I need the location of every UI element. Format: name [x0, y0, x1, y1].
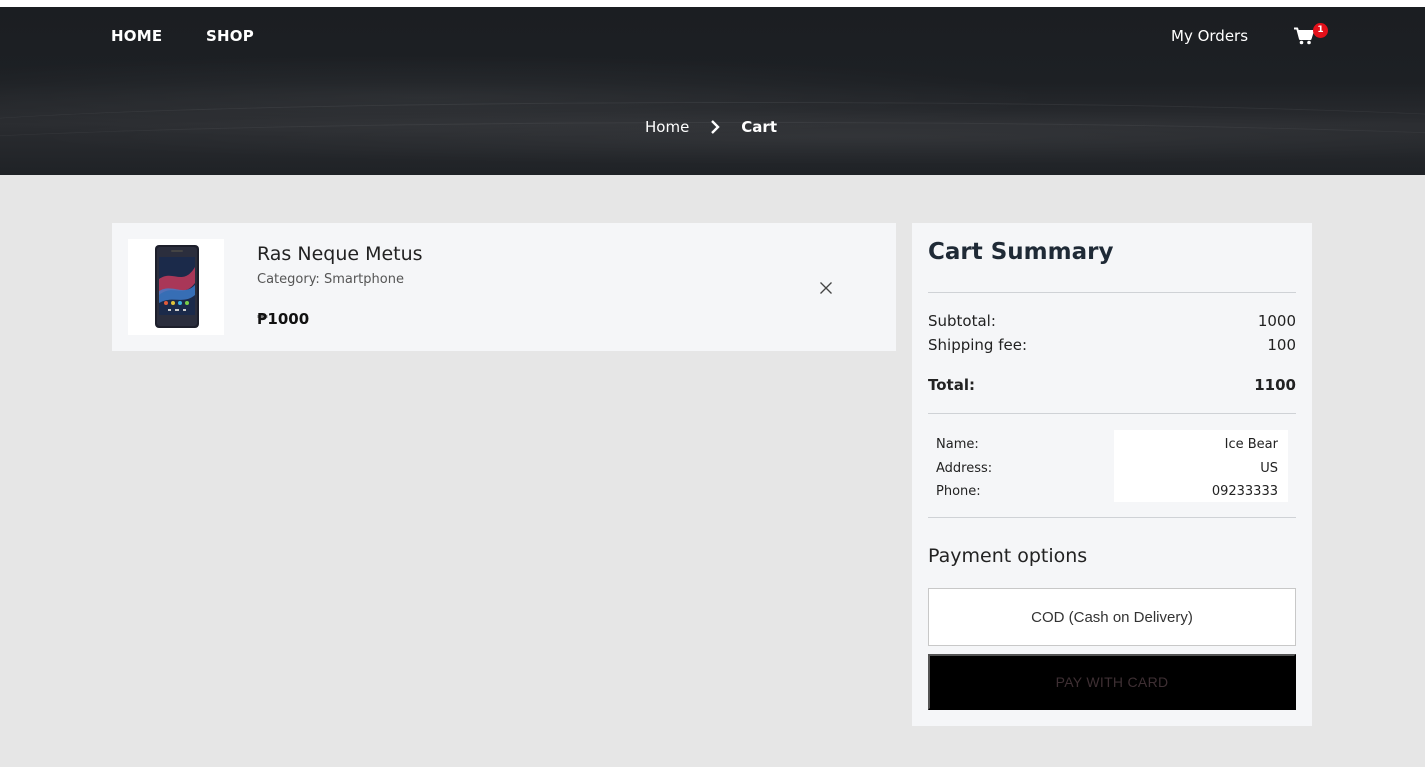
cart-item: Ras Neque Metus Category: Smartphone ₱10…	[112, 223, 896, 351]
payment-options-title: Payment options	[928, 545, 1088, 567]
top-strip	[0, 0, 1425, 7]
shipping-label: Shipping fee:	[928, 336, 1027, 354]
my-orders-link[interactable]: My Orders	[1171, 27, 1248, 45]
remove-item-button[interactable]	[818, 280, 834, 296]
total-label: Total:	[928, 376, 975, 394]
cart-summary-title: Cart Summary	[928, 239, 1114, 265]
address-label: Address:	[936, 460, 993, 476]
shopping-cart-icon	[1294, 27, 1314, 45]
customer-info: Name: Address: Phone: Ice Bear US 092333…	[928, 430, 1296, 502]
breadcrumb: Home Cart	[645, 115, 777, 139]
shipping-row: Shipping fee: 100	[928, 336, 1296, 354]
subtotal-row: Subtotal: 1000	[928, 312, 1296, 330]
product-image[interactable]	[128, 239, 224, 335]
breadcrumb-current: Cart	[741, 118, 777, 136]
site-header: HOME SHOP My Orders 1 Home Cart	[0, 7, 1425, 175]
cart-count-badge: 1	[1313, 23, 1328, 38]
customer-info-values: Ice Bear US 09233333	[1114, 430, 1288, 502]
product-category: Category: Smartphone	[257, 272, 404, 287]
close-icon	[820, 282, 832, 294]
product-name[interactable]: Ras Neque Metus	[257, 243, 423, 265]
cart-summary-panel: Cart Summary Subtotal: 1000 Shipping fee…	[912, 223, 1312, 726]
shipping-value: 100	[1267, 336, 1296, 354]
chevron-right-icon	[707, 119, 723, 135]
name-value: Ice Bear	[1224, 437, 1278, 452]
breadcrumb-home-link[interactable]: Home	[645, 118, 689, 136]
product-price: ₱1000	[257, 310, 310, 328]
address-value: US	[1260, 460, 1278, 476]
pay-with-card-button[interactable]: PAY WITH CARD	[928, 654, 1296, 710]
smartphone-image	[155, 245, 199, 328]
total-row: Total: 1100	[928, 376, 1296, 394]
subtotal-label: Subtotal:	[928, 312, 996, 330]
divider	[928, 413, 1296, 414]
total-value: 1100	[1254, 376, 1296, 394]
divider	[928, 292, 1296, 293]
name-label: Name:	[936, 437, 979, 452]
divider	[928, 517, 1296, 518]
subtotal-value: 1000	[1257, 312, 1296, 330]
phone-label: Phone:	[936, 484, 981, 499]
nav-shop-link[interactable]: SHOP	[206, 27, 254, 45]
cod-button[interactable]: COD (Cash on Delivery)	[928, 588, 1296, 646]
customer-info-labels: Name: Address: Phone:	[936, 433, 992, 504]
cart-button[interactable]: 1	[1292, 23, 1328, 49]
phone-value: 09233333	[1211, 484, 1278, 499]
nav-home-link[interactable]: HOME	[111, 27, 162, 45]
